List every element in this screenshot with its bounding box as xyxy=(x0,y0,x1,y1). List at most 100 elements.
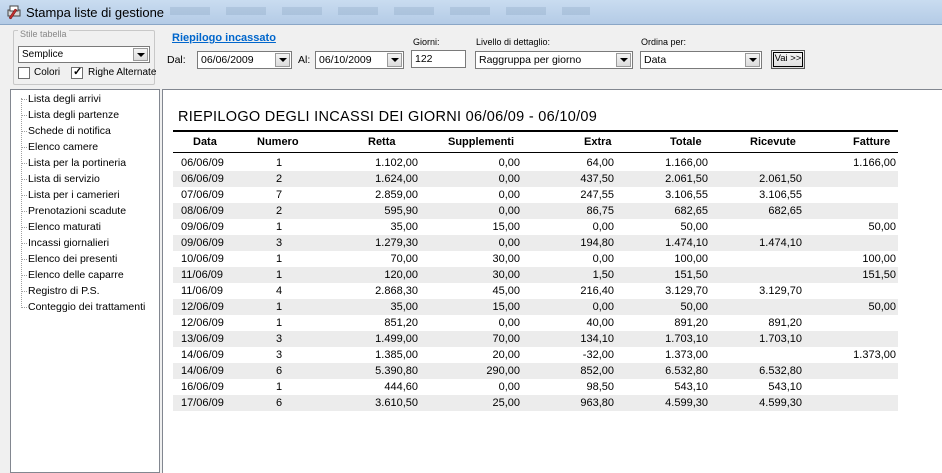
cell-retta: 444,60 xyxy=(384,381,418,393)
cell-retta: 35,00 xyxy=(390,221,418,233)
chevron-down-icon[interactable] xyxy=(745,53,760,67)
chevron-down-icon[interactable] xyxy=(616,53,631,67)
col-header-totale: Totale xyxy=(670,136,702,148)
cell-numero: 1 xyxy=(275,253,283,265)
cell-retta: 70,00 xyxy=(390,253,418,265)
print-app-icon xyxy=(7,5,21,20)
cell-supplementi: 30,00 xyxy=(492,269,520,281)
tree-item-lista-partenze[interactable]: Lista degli partenze xyxy=(28,109,119,121)
title-bar: Stampa liste di gestione xyxy=(0,0,942,25)
cell-fatture: 100,00 xyxy=(862,253,896,265)
tree-item-lista-arrivi[interactable]: Lista degli arrivi xyxy=(28,93,101,105)
cell-retta: 5.390,80 xyxy=(375,365,418,377)
stile-tabella-select[interactable]: Semplice xyxy=(18,46,150,63)
cell-numero: 1 xyxy=(275,221,283,233)
table-row: 17/06/09 6 3.610,50 25,00 963,80 4.599,30 4.59… xyxy=(173,395,898,411)
cell-extra: 0,00 xyxy=(592,221,614,233)
dal-date-picker[interactable]: 06/06/2009 xyxy=(197,51,292,69)
cell-numero: 1 xyxy=(275,381,283,393)
tree-item-incassi-giornalieri[interactable]: Incassi giornalieri xyxy=(28,237,109,249)
dal-label: Dal: xyxy=(167,54,186,66)
tree-item-prenotazioni-scadute[interactable]: Prenotazioni scadute xyxy=(28,205,126,217)
cell-totale: 4.599,30 xyxy=(665,397,708,409)
cell-extra: 40,00 xyxy=(586,317,614,329)
table-row: 06/06/09 1 1.102,00 0,00 64,00 1.166,00 1.166,… xyxy=(173,155,898,171)
table-row: 07/06/09 7 2.859,00 0,00 247,55 3.106,55 3.106… xyxy=(173,187,898,203)
tree-tick xyxy=(21,99,27,100)
cell-totale: 1.703,10 xyxy=(665,333,708,345)
colori-label: Colori xyxy=(34,67,61,78)
tree-item-lista-servizio[interactable]: Lista di servizio xyxy=(28,173,100,185)
cell-retta: 1.624,00 xyxy=(375,173,418,185)
cell-fatture: 151,50 xyxy=(862,269,896,281)
tree-item-registro-ps[interactable]: Registro di P.S. xyxy=(28,285,100,297)
tree-tick xyxy=(21,163,27,164)
cell-ricevute: 682,65 xyxy=(768,205,802,217)
cell-supplementi: 0,00 xyxy=(498,157,520,169)
tree-item-elenco-maturati[interactable]: Elenco maturati xyxy=(28,221,101,233)
livello-dettaglio-value: Raggruppa per giorno xyxy=(479,54,582,66)
colori-checkbox[interactable] xyxy=(18,67,30,79)
cell-supplementi: 0,00 xyxy=(498,317,520,329)
ordina-per-label: Ordina per: xyxy=(641,37,687,47)
table-row: 11/06/09 4 2.868,30 45,00 216,40 3.129,70 3.12… xyxy=(173,283,898,299)
vai-button[interactable]: Vai >> xyxy=(771,50,805,69)
cell-totale: 3.129,70 xyxy=(665,285,708,297)
cell-retta: 35,00 xyxy=(390,301,418,313)
cell-supplementi: 15,00 xyxy=(492,221,520,233)
report-title: RIEPILOGO DEGLI INCASSI DEI GIORNI 06/06… xyxy=(178,109,598,125)
cell-ricevute: 4.599,30 xyxy=(759,397,802,409)
tree-item-lista-portineria[interactable]: Lista per la portineria xyxy=(28,157,126,169)
tree-tick xyxy=(21,115,27,116)
tree-item-elenco-caparre[interactable]: Elenco delle caparre xyxy=(28,269,124,281)
cell-numero: 1 xyxy=(275,317,283,329)
tree-tick xyxy=(21,131,27,132)
cell-supplementi: 0,00 xyxy=(498,205,520,217)
cell-totale: 100,00 xyxy=(674,253,708,265)
cell-retta: 595,90 xyxy=(384,205,418,217)
table-row: 06/06/09 2 1.624,00 0,00 437,50 2.061,50 2.061… xyxy=(173,171,898,187)
righe-alternate-checkbox[interactable] xyxy=(71,65,83,79)
tree-item-elenco-presenti[interactable]: Elenco dei presenti xyxy=(28,253,117,265)
tree-item-schede-notifica[interactable]: Schede di notifica xyxy=(28,125,111,137)
tree-item-conteggio-trattamenti[interactable]: Conteggio dei trattamenti xyxy=(28,301,145,313)
table-row: 16/06/09 1 444,60 0,00 98,50 543,10 543,10 xyxy=(173,379,898,395)
ordina-per-select[interactable]: Data xyxy=(640,51,762,69)
table-row: 11/06/09 1 120,00 30,00 1,50 151,50 151,50 xyxy=(173,267,898,283)
col-header-fatture: Fatture xyxy=(853,136,891,148)
cell-extra: 0,00 xyxy=(592,301,614,313)
cell-retta: 851,20 xyxy=(384,317,418,329)
col-header-data: Data xyxy=(193,136,217,148)
chevron-down-icon[interactable] xyxy=(133,48,148,61)
cell-supplementi: 45,00 xyxy=(492,285,520,297)
cell-data: 11/06/09 xyxy=(181,269,224,281)
cell-fatture: 50,00 xyxy=(868,221,896,233)
cell-totale: 50,00 xyxy=(680,301,708,313)
livello-dettaglio-select[interactable]: Raggruppa per giorno xyxy=(475,51,633,69)
cell-extra: 216,40 xyxy=(580,285,614,297)
cell-supplementi: 30,00 xyxy=(492,253,520,265)
cell-totale: 50,00 xyxy=(680,221,708,233)
chevron-down-icon[interactable] xyxy=(275,53,290,67)
tree-item-lista-camerieri[interactable]: Lista per i camerieri xyxy=(28,189,120,201)
chevron-down-icon[interactable] xyxy=(387,53,402,67)
dal-value: 06/06/2009 xyxy=(201,54,254,66)
cell-totale: 543,10 xyxy=(674,381,708,393)
al-date-picker[interactable]: 06/10/2009 xyxy=(315,51,404,69)
tree-tick xyxy=(21,211,27,212)
cell-data: 14/06/09 xyxy=(181,349,224,361)
tree-item-elenco-camere[interactable]: Elenco camere xyxy=(28,141,98,153)
cell-totale: 891,20 xyxy=(674,317,708,329)
giorni-input[interactable]: 122 xyxy=(411,50,466,68)
cell-retta: 2.868,30 xyxy=(375,285,418,297)
tree-tick xyxy=(21,307,27,308)
cell-data: 13/06/09 xyxy=(181,333,224,345)
tree-tick xyxy=(21,275,27,276)
table-row: 10/06/09 1 70,00 30,00 0,00 100,00 100,00 xyxy=(173,251,898,267)
cell-ricevute: 2.061,50 xyxy=(759,173,802,185)
cell-extra: 86,75 xyxy=(586,205,614,217)
table-row: 09/06/09 1 35,00 15,00 0,00 50,00 50,00 xyxy=(173,219,898,235)
col-header-ricevute: Ricevute xyxy=(750,136,796,148)
riepilogo-incassato-link[interactable]: Riepilogo incassato xyxy=(172,32,276,44)
cell-extra: 852,00 xyxy=(580,365,614,377)
